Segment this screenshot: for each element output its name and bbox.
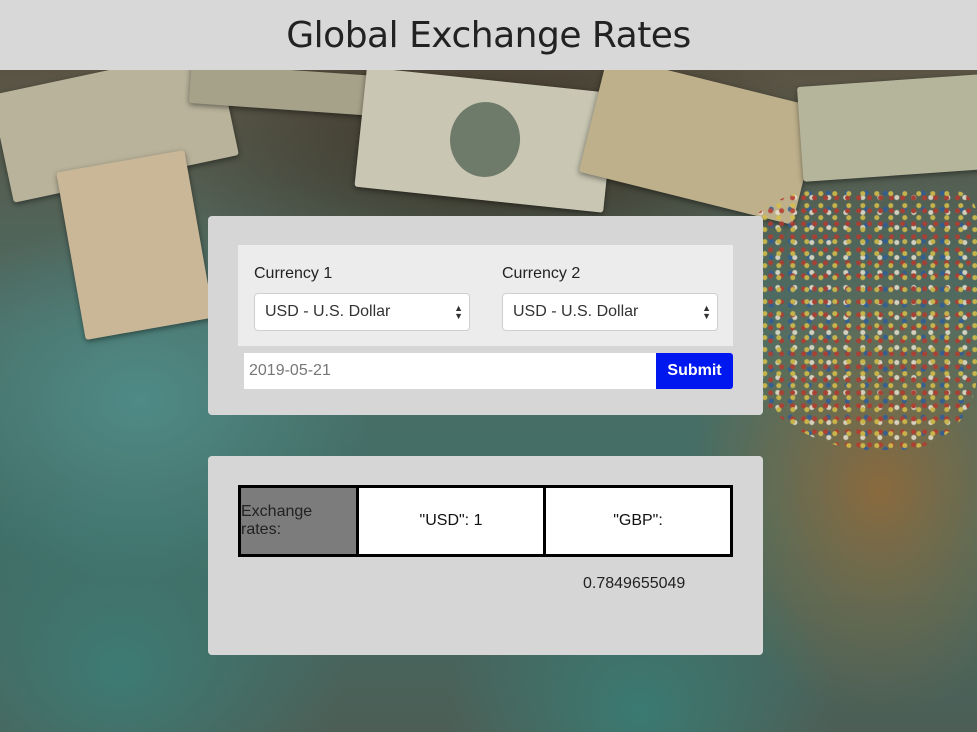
currency2-selected-value: USD - U.S. Dollar (513, 303, 639, 320)
currency1-field: Currency 1 USD - U.S. Dollar ▲ ▼ (254, 265, 470, 331)
exchange-rates-table: Exchange rates: "USD": 1 "GBP": (238, 485, 733, 557)
usd-rate-cell: "USD": 1 (359, 485, 546, 557)
currency2-select[interactable]: USD - U.S. Dollar ▲ ▼ (502, 293, 718, 331)
date-input[interactable] (244, 353, 656, 389)
exchange-rates-label: Exchange rates: (238, 485, 359, 557)
currency1-selected-value: USD - U.S. Dollar (265, 303, 391, 320)
select-arrows-icon: ▲ ▼ (454, 303, 463, 321)
select-arrows-icon: ▲ ▼ (702, 303, 711, 321)
gbp-rate-cell: "GBP": (546, 485, 733, 557)
submit-button[interactable]: Submit (656, 353, 733, 389)
currency1-select[interactable]: USD - U.S. Dollar ▲ ▼ (254, 293, 470, 331)
currency2-label: Currency 2 (502, 265, 581, 282)
currency1-label: Currency 1 (254, 265, 333, 282)
banknote-image (796, 73, 977, 182)
date-row: Submit (244, 353, 733, 389)
gbp-rate-value: 0.7849655049 (583, 575, 686, 592)
banknote-image (354, 70, 616, 213)
page-title: Global Exchange Rates (286, 14, 691, 56)
currency-selects-box: Currency 1 USD - U.S. Dollar ▲ ▼ Currency… (238, 245, 733, 346)
currency-form-panel: Currency 1 USD - U.S. Dollar ▲ ▼ Currency… (208, 216, 763, 415)
banknote-image (56, 150, 214, 340)
currency2-field: Currency 2 USD - U.S. Dollar ▲ ▼ (502, 265, 718, 331)
result-panel: Exchange rates: "USD": 1 "GBP": 0.784965… (208, 456, 763, 655)
page-header: Global Exchange Rates (0, 0, 977, 70)
